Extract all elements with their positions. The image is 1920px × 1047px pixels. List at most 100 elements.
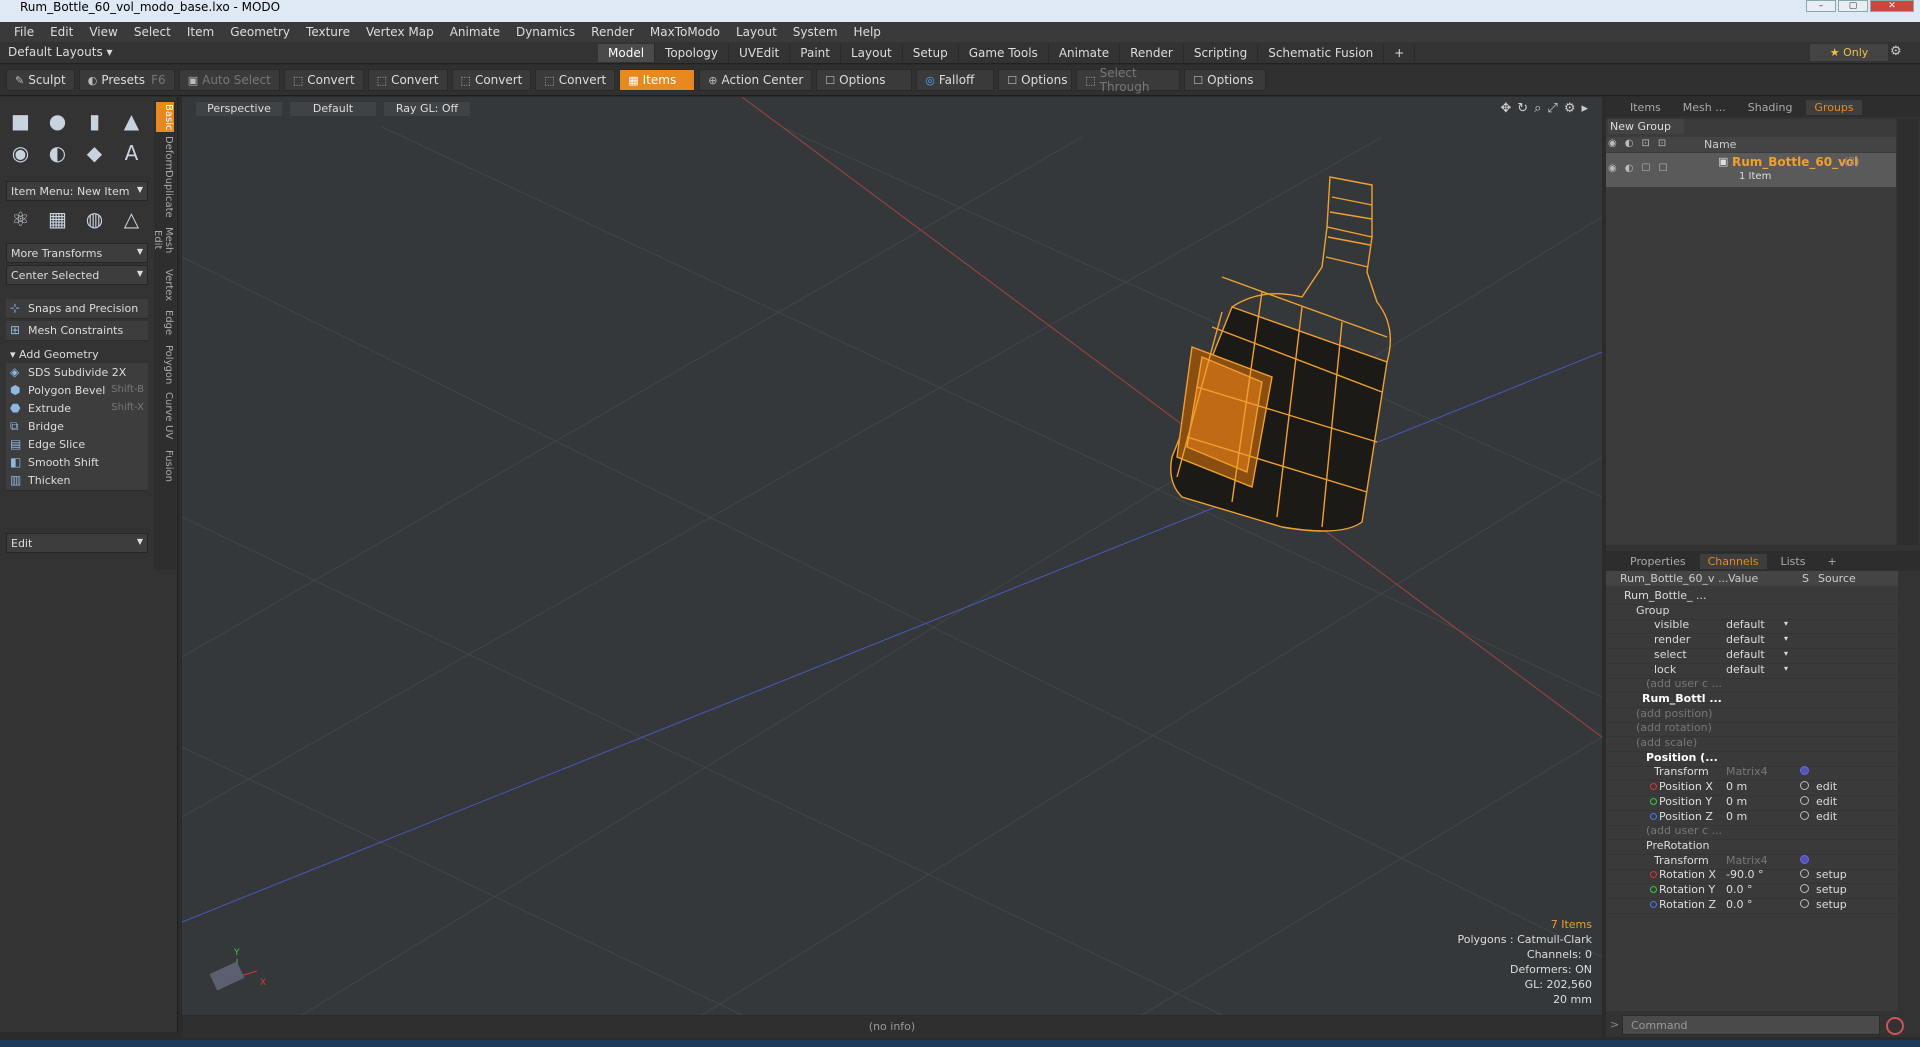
snaps-button[interactable]: ⊹ Snaps and Precision xyxy=(6,299,148,319)
tab-uvedit[interactable]: UVEdit xyxy=(729,44,791,62)
globe-icon[interactable]: ◍ xyxy=(80,205,109,233)
cylinder-icon[interactable]: ▮ xyxy=(80,107,109,135)
panel-tab-properties[interactable]: Properties xyxy=(1622,554,1694,569)
center-selected-dropdown[interactable]: Center Selected ▼ xyxy=(6,265,148,285)
channel-value[interactable]: 0 m xyxy=(1726,795,1786,808)
channel-value[interactable]: 0 m xyxy=(1726,810,1786,823)
channel-value[interactable]: default xyxy=(1726,633,1786,646)
menu-item-dynamics[interactable]: Dynamics xyxy=(508,25,583,39)
panel-tab-groups[interactable]: Groups xyxy=(1806,99,1862,115)
group-row[interactable]: ◉ ◐ ☐ ☐ ▣ Rum_Bottle_60_vol (2) 1 Item xyxy=(1606,153,1896,187)
panel-tab-lists[interactable]: Lists xyxy=(1773,554,1814,569)
menu-item-select[interactable]: Select xyxy=(126,25,179,39)
select-through-button[interactable]: ⬚ Select Through xyxy=(1076,66,1181,94)
menu-item-texture[interactable]: Texture xyxy=(298,25,358,39)
pan-icon[interactable]: ✥ xyxy=(1500,101,1511,116)
channel-value[interactable]: default xyxy=(1726,663,1786,676)
tab-topology[interactable]: Topology xyxy=(655,44,730,62)
convert-button-2[interactable]: ⬚ Convert xyxy=(367,69,448,91)
tab-model[interactable]: Model xyxy=(598,44,656,62)
panel-tab-shading[interactable]: Shading xyxy=(1740,100,1801,115)
default-layouts-dropdown[interactable]: Default Layouts ▾ xyxy=(8,45,113,59)
options-button-3[interactable]: ☐ Options xyxy=(1184,69,1267,91)
render-icon[interactable]: ◐ xyxy=(1625,163,1634,174)
shading-default-button[interactable]: Default xyxy=(290,102,376,116)
menu-item-item[interactable]: Item xyxy=(179,25,222,39)
tool-extrude[interactable]: ⬣ Extrude Shift-X xyxy=(6,399,148,419)
rotate-icon[interactable]: ↻ xyxy=(1517,101,1528,116)
groups-scrollbar[interactable] xyxy=(1898,119,1918,545)
vtab-mesh-edit[interactable]: Mesh Edit xyxy=(152,218,174,262)
tool-polygon-bevel[interactable]: ⬢ Polygon Bevel Shift-B xyxy=(6,381,148,401)
record-icon[interactable] xyxy=(1886,1017,1904,1035)
tab-scripting[interactable]: Scripting xyxy=(1184,44,1259,62)
menu-item-system[interactable]: System xyxy=(785,25,846,39)
panel-tab-add[interactable]: + xyxy=(1819,554,1844,569)
chevron-down-icon[interactable]: ▾ xyxy=(1784,619,1788,628)
tab-schematic-fusion[interactable]: Schematic Fusion xyxy=(1258,44,1385,62)
tab-setup[interactable]: Setup xyxy=(903,44,959,62)
menu-item-edit[interactable]: Edit xyxy=(42,25,81,39)
tool-bridge[interactable]: ⧉ Bridge xyxy=(6,417,148,437)
add-geometry-section[interactable]: ▾ Add Geometry xyxy=(6,345,148,363)
pen-icon[interactable]: ◆ xyxy=(80,139,109,167)
channel-value[interactable]: Matrix4 xyxy=(1726,765,1786,778)
auto-select-button[interactable]: ▣ Auto Select xyxy=(178,69,280,91)
raygl-button[interactable]: Ray GL: Off xyxy=(384,102,470,116)
items-mode-button[interactable]: ▦ Items xyxy=(619,69,696,91)
action-center-button[interactable]: ⊕ Action Center xyxy=(699,69,813,91)
maximize-button[interactable]: ▢ xyxy=(1838,0,1868,12)
chevron-down-icon[interactable]: ▾ xyxy=(1784,634,1788,643)
torus-icon[interactable]: ◉ xyxy=(6,139,35,167)
convert-button-3[interactable]: ⬚ Convert xyxy=(451,69,532,91)
menu-item-maxtomodo[interactable]: MaxToModo xyxy=(642,25,728,39)
tab-render[interactable]: Render xyxy=(1120,44,1184,62)
channel-value[interactable]: default xyxy=(1726,648,1786,661)
panel-tab-items[interactable]: Items xyxy=(1622,100,1669,115)
gear-icon[interactable]: ⚙ xyxy=(1890,44,1902,59)
vtab-polygon[interactable]: Polygon xyxy=(156,342,174,388)
lock-icon[interactable]: ☐ xyxy=(1641,163,1650,174)
mesh-constraints-button[interactable]: ⊞ Mesh Constraints xyxy=(6,321,148,341)
menu-item-animate[interactable]: Animate xyxy=(442,25,508,39)
tool-sds-subdivide-2x[interactable]: ◈ SDS Subdivide 2X xyxy=(6,363,148,383)
presets-button[interactable]: ◐ Presets F6 xyxy=(78,69,175,91)
channel-value[interactable]: Matrix4 xyxy=(1726,854,1786,867)
pyramid-icon[interactable]: △ xyxy=(117,205,146,233)
vtab-edge[interactable]: Edge xyxy=(156,308,174,338)
command-input[interactable]: Command xyxy=(1622,1015,1880,1035)
only-button[interactable]: ★ Only xyxy=(1810,44,1888,61)
item-menu-dropdown[interactable]: Item Menu: New Item ▼ xyxy=(6,181,148,201)
menu-item-view[interactable]: View xyxy=(81,25,125,39)
panel-tab-mesh[interactable]: Mesh ... xyxy=(1675,100,1734,115)
maximize-icon[interactable]: ⤢ xyxy=(1547,101,1557,116)
falloff-button[interactable]: ◎ Falloff xyxy=(916,69,995,91)
sculpt-button[interactable]: ✎ Sculpt xyxy=(6,69,75,91)
menu-item-vertex-map[interactable]: Vertex Map xyxy=(358,25,442,39)
text-icon[interactable]: A xyxy=(117,139,146,167)
3d-viewport[interactable]: Y X Perspective Default Ray GL: Off ✥ ↻ … xyxy=(182,97,1602,1015)
chevron-down-icon[interactable]: ▾ xyxy=(1784,649,1788,658)
sphere-icon[interactable]: ● xyxy=(43,107,72,135)
tab-paint[interactable]: Paint xyxy=(790,44,841,62)
channel-value[interactable]: default xyxy=(1726,618,1786,631)
menu-item-file[interactable]: File xyxy=(6,25,42,39)
chevron-down-icon[interactable]: ▾ xyxy=(1784,664,1788,673)
vtab-basic[interactable]: Basic xyxy=(156,102,174,132)
convert-button-1[interactable]: ⬚ Convert xyxy=(283,69,364,91)
zoom-icon[interactable]: ⌕ xyxy=(1534,101,1541,116)
menu-item-layout[interactable]: Layout xyxy=(728,25,785,39)
tab-animate[interactable]: Animate xyxy=(1049,44,1121,62)
eye-icon[interactable]: ◉ xyxy=(1608,163,1617,174)
options-button-1[interactable]: ☐ Options xyxy=(816,69,913,91)
tab-add[interactable]: + xyxy=(1384,44,1416,62)
menu-item-render[interactable]: Render xyxy=(583,25,642,39)
panel-tab-channels[interactable]: Channels xyxy=(1699,553,1767,569)
channel-value[interactable]: 0.0 ° xyxy=(1726,883,1786,896)
menu-item-help[interactable]: Help xyxy=(846,25,889,39)
channel-value[interactable]: -90.0 ° xyxy=(1726,868,1786,881)
menu-item-geometry[interactable]: Geometry xyxy=(222,25,298,39)
capsule-icon[interactable]: ◐ xyxy=(43,139,72,167)
options-button-2[interactable]: ☐ Options xyxy=(998,69,1073,91)
vtab-curve[interactable]: Curve xyxy=(156,392,174,422)
